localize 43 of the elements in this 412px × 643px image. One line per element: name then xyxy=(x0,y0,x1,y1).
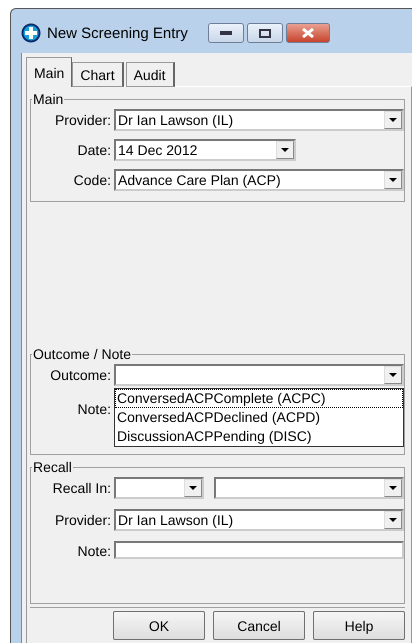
dropdown-field[interactable]: 14 Dec 2012 xyxy=(114,139,296,161)
field-label: Provider: xyxy=(54,112,111,128)
field-label: Note: xyxy=(76,543,111,559)
dropdown-option[interactable]: ConversedACPComplete (ACPC) xyxy=(115,389,403,408)
input-field[interactable] xyxy=(114,541,404,559)
tab[interactable]: Main xyxy=(26,57,72,87)
dropdown-arrow-icon xyxy=(389,118,397,122)
field-label: Date: xyxy=(76,142,111,158)
dropdown-option[interactable]: DiscussionACPPending (DISC) xyxy=(115,427,403,446)
dialog-button[interactable]: Help xyxy=(313,611,405,640)
close-icon xyxy=(302,28,314,38)
dropdown-field[interactable]: Advance Care Plan (ACP) xyxy=(114,169,404,191)
dropdown-arrow-icon xyxy=(389,178,397,182)
field-label: Provider: xyxy=(54,512,111,528)
field-label: Code: xyxy=(72,172,111,188)
field-label: Note: xyxy=(76,401,111,417)
dropdown-option[interactable]: ConversedACPDeclined (ACPD) xyxy=(115,408,403,427)
group-title: Recall xyxy=(32,460,73,475)
dropdown-field[interactable]: Dr Ian Lawson (IL) xyxy=(114,109,404,131)
medical-cross-icon xyxy=(21,23,41,43)
dropdown-field[interactable]: Dr Ian Lawson (IL) xyxy=(114,509,404,531)
field-label: Recall In: xyxy=(52,480,111,496)
close-button[interactable] xyxy=(286,23,330,43)
minimize-button[interactable] xyxy=(208,23,244,43)
dialog-button[interactable]: OK xyxy=(113,611,205,640)
dropdown-arrow-icon xyxy=(281,148,289,152)
dropdown-arrow-icon xyxy=(389,486,397,490)
window-title: New Screening Entry xyxy=(47,24,188,42)
group-title: Outcome / Note xyxy=(32,346,132,362)
dialog-button[interactable]: Cancel xyxy=(213,611,305,640)
tab[interactable]: Audit xyxy=(126,62,175,87)
field-label: Outcome: xyxy=(49,367,111,383)
group-title: Main xyxy=(32,91,64,107)
dropdown-field[interactable] xyxy=(214,477,404,499)
dropdown-arrow-icon xyxy=(189,486,197,490)
dropdown-arrow-icon xyxy=(389,518,397,522)
tab[interactable]: Chart xyxy=(72,62,124,87)
dropdown-arrow-icon xyxy=(389,373,397,377)
dropdown-field[interactable] xyxy=(114,364,404,386)
maximize-button[interactable] xyxy=(246,23,283,43)
minimize-icon xyxy=(220,31,232,35)
maximize-icon xyxy=(258,28,271,38)
dropdown-field[interactable] xyxy=(114,477,204,499)
